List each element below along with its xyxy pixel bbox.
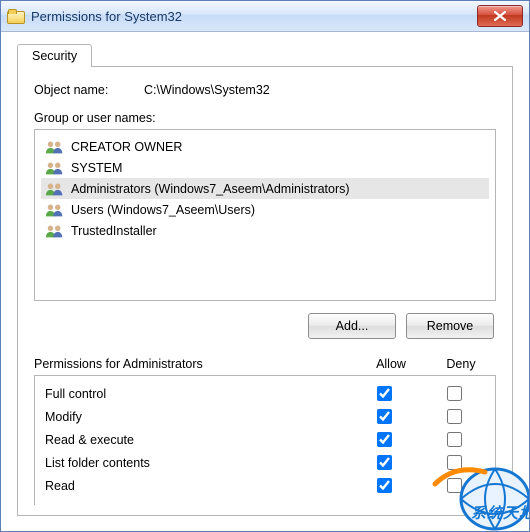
list-item[interactable]: CREATOR OWNER	[41, 136, 489, 157]
list-item-label: Administrators (Windows7_Aseem\Administr…	[71, 182, 350, 196]
list-item[interactable]: SYSTEM	[41, 157, 489, 178]
permission-name: Modify	[45, 410, 349, 424]
permission-name: Full control	[45, 387, 349, 401]
permissions-header: Permissions for Administrators Allow Den…	[34, 357, 496, 371]
remove-button[interactable]: Remove	[406, 313, 494, 339]
tab-security[interactable]: Security	[17, 44, 92, 67]
allow-checkbox-list-folder[interactable]	[377, 455, 392, 470]
permission-name: List folder contents	[45, 456, 349, 470]
group-users-label: Group or user names:	[34, 111, 496, 125]
list-item[interactable]: Users (Windows7_Aseem\Users)	[41, 199, 489, 220]
window-title: Permissions for System32	[31, 9, 477, 24]
deny-checkbox-modify[interactable]	[447, 409, 462, 424]
object-name-label: Object name:	[34, 83, 144, 97]
tab-strip: Security	[17, 42, 513, 67]
list-item[interactable]: TrustedInstaller	[41, 220, 489, 241]
permission-name: Read	[45, 479, 349, 493]
allow-checkbox-full-control[interactable]	[377, 386, 392, 401]
list-item-label: TrustedInstaller	[71, 224, 157, 238]
deny-column-header: Deny	[426, 357, 496, 371]
permission-row: Full control	[45, 382, 489, 405]
permission-name: Read & execute	[45, 433, 349, 447]
allow-column-header: Allow	[356, 357, 426, 371]
permissions-label: Permissions for Administrators	[34, 357, 356, 371]
tab-security-label: Security	[32, 49, 77, 63]
deny-checkbox-read-execute[interactable]	[447, 432, 462, 447]
allow-checkbox-read[interactable]	[377, 478, 392, 493]
titlebar: Permissions for System32	[1, 1, 529, 32]
users-icon	[45, 181, 65, 197]
permission-row: List folder contents	[45, 451, 489, 474]
users-icon	[45, 202, 65, 218]
object-name-row: Object name: C:\Windows\System32	[34, 83, 496, 97]
dialog-body: Security Object name: C:\Windows\System3…	[1, 32, 529, 531]
deny-checkbox-full-control[interactable]	[447, 386, 462, 401]
users-icon	[45, 139, 65, 155]
deny-checkbox-read[interactable]	[447, 478, 462, 493]
permission-row: Read & execute	[45, 428, 489, 451]
allow-checkbox-read-execute[interactable]	[377, 432, 392, 447]
permission-row: Modify	[45, 405, 489, 428]
tab-panel-security: Object name: C:\Windows\System32 Group o…	[17, 67, 513, 516]
deny-checkbox-list-folder[interactable]	[447, 455, 462, 470]
folder-icon	[7, 9, 23, 23]
close-icon	[494, 11, 506, 21]
add-button[interactable]: Add...	[308, 313, 396, 339]
users-icon	[45, 223, 65, 239]
list-item-label: CREATOR OWNER	[71, 140, 182, 154]
close-button[interactable]	[477, 5, 523, 27]
list-item-label: SYSTEM	[71, 161, 122, 175]
users-icon	[45, 160, 65, 176]
permissions-dialog: Permissions for System32 Security Object…	[0, 0, 530, 532]
list-item-label: Users (Windows7_Aseem\Users)	[71, 203, 255, 217]
list-button-row: Add... Remove	[34, 313, 494, 339]
permission-row: Read	[45, 474, 489, 497]
group-users-list[interactable]: CREATOR OWNER SYSTEM Administrators (Win…	[34, 129, 496, 301]
permissions-list: Full control Modify Read & execute List …	[34, 375, 496, 505]
allow-checkbox-modify[interactable]	[377, 409, 392, 424]
object-name-value: C:\Windows\System32	[144, 83, 270, 97]
list-item[interactable]: Administrators (Windows7_Aseem\Administr…	[41, 178, 489, 199]
